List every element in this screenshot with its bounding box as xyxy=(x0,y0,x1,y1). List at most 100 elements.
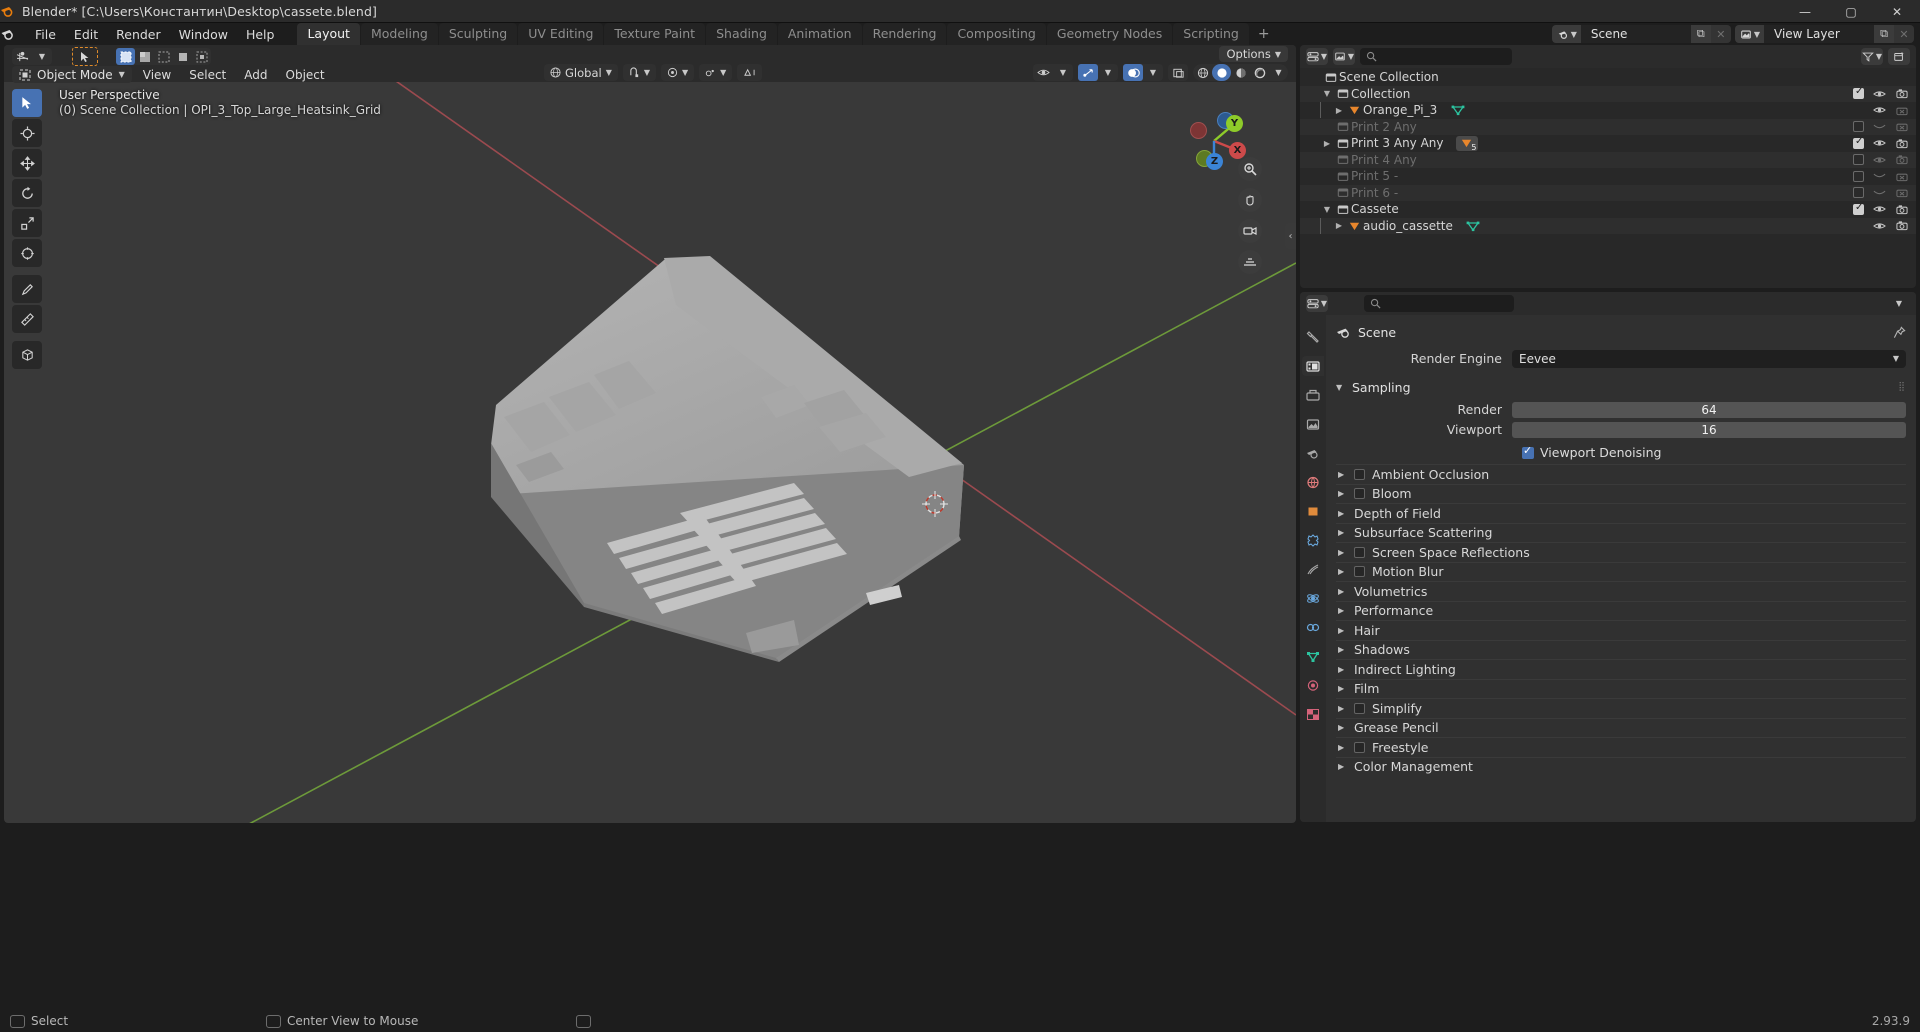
exclude-checkbox[interactable] xyxy=(1853,202,1864,215)
select-box-tool[interactable] xyxy=(12,89,42,117)
eye-closed-icon[interactable] xyxy=(1873,186,1886,199)
exclude-checkbox[interactable] xyxy=(1853,154,1864,166)
overlays-toggle-group[interactable]: ▼ xyxy=(1123,64,1163,81)
annotate-tool[interactable] xyxy=(12,275,42,303)
blender-menu-icon[interactable] xyxy=(0,27,26,41)
pan-hand-icon[interactable] xyxy=(1238,188,1262,212)
tab-compositing[interactable]: Compositing xyxy=(947,23,1046,45)
gizmo-y[interactable]: Y xyxy=(1226,115,1243,132)
section-enable-checkbox[interactable] xyxy=(1354,741,1365,753)
section-volumetrics[interactable]: ▶ Volumetrics xyxy=(1336,581,1906,601)
constraint-tab[interactable] xyxy=(1302,617,1324,637)
camera-icon[interactable] xyxy=(1895,153,1908,166)
3d-viewport[interactable]: ▼ Object Mode ▼ View Select Add Object G… xyxy=(4,45,1296,823)
properties-editor[interactable]: ▼ ▼ Scene Render Engine Eevee ▼ ▼ Sampli… xyxy=(1300,292,1916,822)
menu-help[interactable]: Help xyxy=(237,25,284,44)
properties-editor-type-icon[interactable]: ▼ xyxy=(1306,295,1328,312)
section-film[interactable]: ▶ Film xyxy=(1336,678,1906,699)
outliner-search-input[interactable] xyxy=(1360,48,1512,65)
editor-type-icon[interactable] xyxy=(12,48,32,65)
wireframe-shading-icon[interactable] xyxy=(1193,64,1212,81)
camera-icon[interactable] xyxy=(1895,219,1908,232)
exclude-checkbox[interactable] xyxy=(1853,170,1864,182)
twisty[interactable]: ▶ xyxy=(1332,221,1346,230)
render-tab[interactable] xyxy=(1302,356,1324,376)
section-enable-checkbox[interactable] xyxy=(1354,566,1365,578)
eye-closed-icon[interactable] xyxy=(1873,120,1886,133)
add-cube-tool[interactable] xyxy=(12,341,42,369)
twisty[interactable]: ▼ xyxy=(1320,205,1334,214)
section-motion-blur[interactable]: ▶ Motion Blur xyxy=(1336,561,1906,582)
section-enable-checkbox[interactable] xyxy=(1354,702,1365,714)
eye-icon[interactable] xyxy=(1873,203,1886,216)
section-screen-space-reflections[interactable]: ▶ Screen Space Reflections xyxy=(1336,542,1906,562)
solid-shading-icon[interactable] xyxy=(1212,64,1231,81)
outliner-row-print-5[interactable]: Print 5 - xyxy=(1300,168,1916,185)
mode-selector[interactable]: Object Mode ▼ xyxy=(12,66,132,83)
eye-icon[interactable] xyxy=(1873,87,1886,100)
modifier-tab[interactable] xyxy=(1302,530,1324,550)
select-subtract-icon[interactable] xyxy=(154,48,173,65)
camera-disabled-icon[interactable] xyxy=(1895,170,1908,183)
tab-texture-paint[interactable]: Texture Paint xyxy=(604,23,706,45)
tab-sculpting[interactable]: Sculpting xyxy=(438,23,518,45)
section-enable-checkbox[interactable] xyxy=(1354,468,1365,480)
viewport-menu-select[interactable]: Select xyxy=(182,67,233,83)
exclude-checkbox[interactable] xyxy=(1853,121,1864,133)
physics-tab[interactable] xyxy=(1302,588,1324,608)
select-invert-icon[interactable] xyxy=(173,48,192,65)
mirror-toggle[interactable] xyxy=(737,64,763,81)
tab-rendering[interactable]: Rendering xyxy=(862,23,947,45)
unlink-scene-button[interactable]: ✕ xyxy=(1710,25,1731,43)
section-grease-pencil[interactable]: ▶ Grease Pencil xyxy=(1336,717,1906,738)
particles-tab[interactable] xyxy=(1302,559,1324,579)
zoom-icon[interactable] xyxy=(1238,157,1262,181)
overlays-icon[interactable] xyxy=(1123,64,1143,81)
exclude-checkbox[interactable] xyxy=(1853,187,1864,199)
scene-tab[interactable] xyxy=(1302,443,1324,463)
camera-icon[interactable] xyxy=(1895,87,1908,100)
snap-toggle[interactable]: ▼ xyxy=(622,64,656,81)
transform-tool[interactable] xyxy=(12,239,42,267)
viewport-menu-object[interactable]: Object xyxy=(279,67,332,83)
outliner-display-mode-icon[interactable]: ▼ xyxy=(1333,48,1355,65)
editor-type-selector[interactable]: ▼ xyxy=(12,48,52,65)
outliner-row-print-2-any[interactable]: Print 2 Any xyxy=(1300,118,1916,135)
material-preview-shading-icon[interactable] xyxy=(1231,64,1250,81)
twisty[interactable]: ▶ xyxy=(1332,106,1346,115)
collection-object-count-badge[interactable]: 5 xyxy=(1455,135,1478,152)
object-visibility-group[interactable]: ▼ xyxy=(1033,64,1073,81)
tab-geometry-nodes[interactable]: Geometry Nodes xyxy=(1046,23,1173,45)
menu-window[interactable]: Window xyxy=(170,25,237,44)
outliner-editor-type-icon[interactable]: ▼ xyxy=(1306,48,1328,65)
view-layer-tab[interactable] xyxy=(1302,414,1324,434)
properties-options-icon[interactable]: ▼ xyxy=(1888,295,1910,312)
visibility-icon[interactable] xyxy=(1033,64,1053,81)
transform-orientation-selector[interactable]: Global ▼ xyxy=(544,64,618,81)
outliner-row-print-4-any[interactable]: Print 4 Any xyxy=(1300,151,1916,168)
outliner-row-orange-pi-3[interactable]: ▶ Orange_Pi_3 xyxy=(1300,102,1916,119)
close-button[interactable]: ✕ xyxy=(1874,0,1920,23)
camera-disabled-icon[interactable] xyxy=(1895,186,1908,199)
eye-icon[interactable] xyxy=(1873,219,1886,232)
exclude-checkbox[interactable] xyxy=(1853,86,1864,100)
gizmo-toggle-group[interactable]: ▼ xyxy=(1078,64,1118,81)
view-layer-name[interactable]: View Layer xyxy=(1764,25,1874,43)
xray-toggle[interactable] xyxy=(1168,64,1188,81)
gizmo-neg-x[interactable] xyxy=(1190,122,1207,139)
tab-modeling[interactable]: Modeling xyxy=(360,23,438,45)
sampling-viewport-input[interactable]: 16 xyxy=(1512,421,1906,438)
section-bloom[interactable]: ▶ Bloom xyxy=(1336,483,1906,504)
section-color-management[interactable]: ▶ Color Management xyxy=(1336,756,1906,777)
scene-icon[interactable]: ▼ xyxy=(1551,25,1581,43)
exclude-checkbox[interactable] xyxy=(1853,136,1864,149)
eye-icon[interactable] xyxy=(1873,153,1886,166)
menu-edit[interactable]: Edit xyxy=(65,25,107,44)
world-tab[interactable] xyxy=(1302,472,1324,492)
sidebar-toggle-arrow[interactable]: ‹ xyxy=(1285,223,1296,249)
cursor-tool[interactable] xyxy=(12,119,42,147)
properties-search-input[interactable] xyxy=(1364,295,1514,312)
viewport-options-dropdown[interactable]: Options ▼ xyxy=(1219,46,1288,62)
maximize-button[interactable]: ▢ xyxy=(1828,0,1874,23)
sampling-render-input[interactable]: 64 xyxy=(1512,401,1906,418)
